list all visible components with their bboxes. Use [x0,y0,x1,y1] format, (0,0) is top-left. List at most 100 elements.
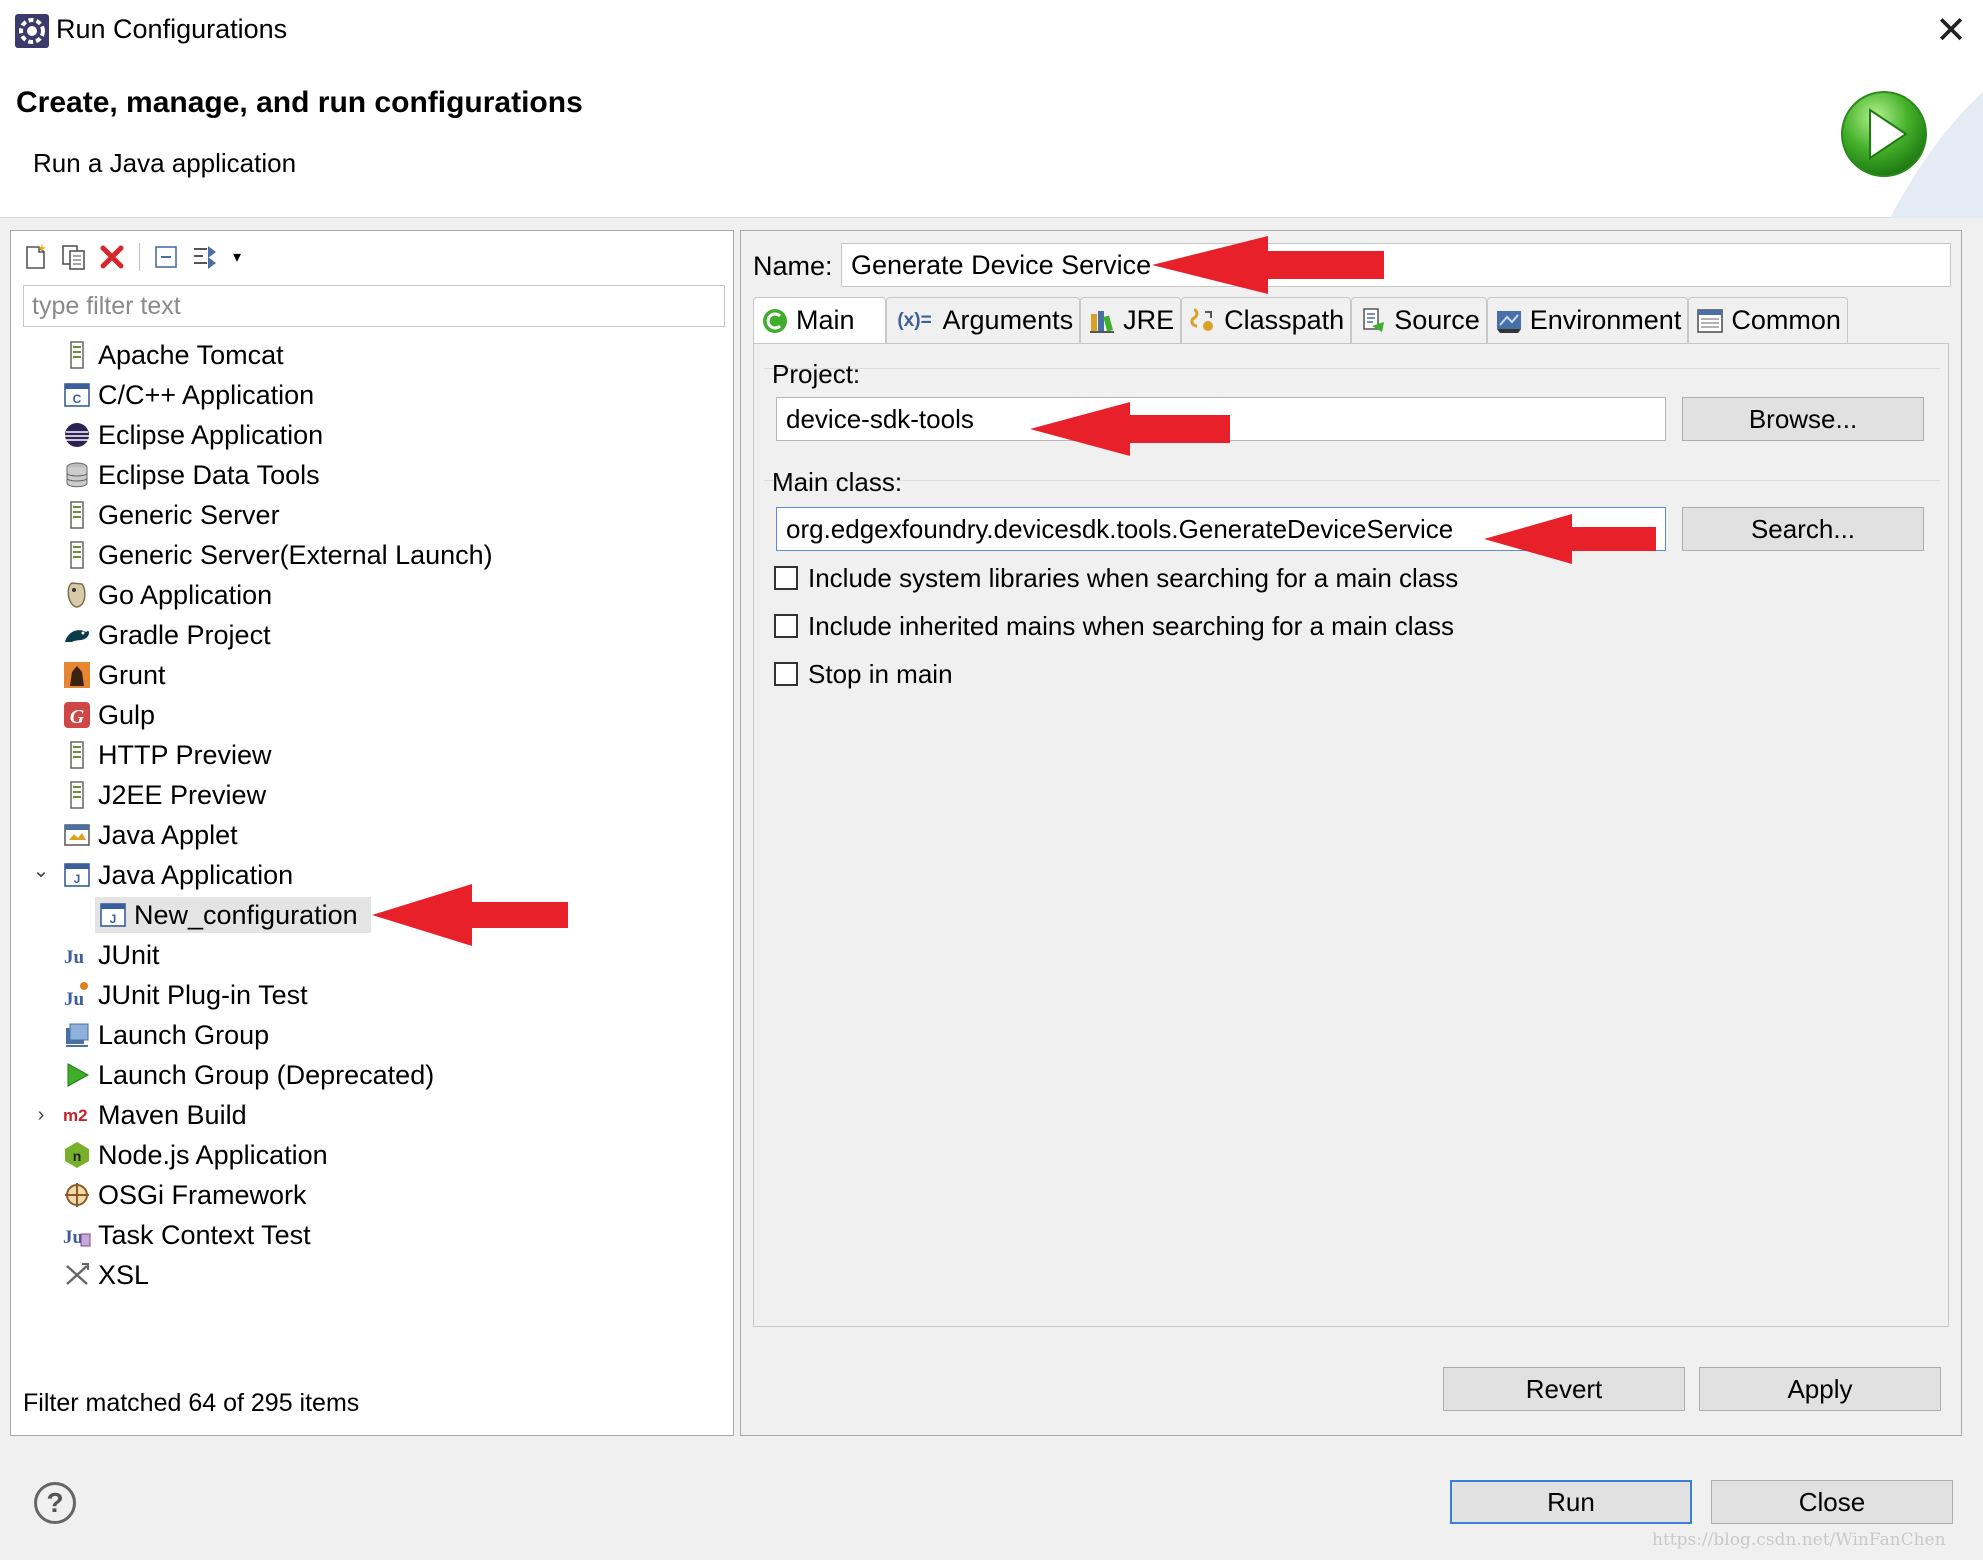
collapse-all-button[interactable] [150,240,184,274]
new-launch-configuration-button[interactable] [19,240,53,274]
configuration-editor-panel: Name: Main (x)= Arguments JRE Classpath Sourc… [740,230,1962,1436]
tree-item-label: Launch Group (Deprecated) [98,1059,435,1090]
tree-item-http-preview[interactable]: HTTP Preview [11,735,733,775]
osgi-icon [61,1179,93,1211]
tree-item-j2ee-preview[interactable]: J2EE Preview [11,775,733,815]
junit-icon: Ju [61,939,93,971]
tree-item-node-js-application[interactable]: n Node.js Application [11,1135,733,1175]
tab-jre[interactable]: JRE [1080,297,1182,343]
tree-item-eclipse-application[interactable]: Eclipse Application [11,415,733,455]
tree-item-generic-server[interactable]: Generic Server [11,495,733,535]
filter-icon [194,246,216,269]
tree-item-generic-server-external-launch[interactable]: Generic Server(External Launch) [11,535,733,575]
tree-item-label: Grunt [98,659,166,690]
tree-item-eclipse-data-tools[interactable]: Eclipse Data Tools [11,455,733,495]
tree-item-label: Java Applet [98,819,238,850]
tree-item-label: Generic Server(External Launch) [98,539,493,570]
java-app-icon: J [97,899,129,931]
jre-icon [1087,306,1117,336]
browse-button[interactable]: Browse... [1682,397,1924,441]
tree-item-go-application[interactable]: Go Application [11,575,733,615]
tree-item-label: Generic Server [98,499,280,530]
tree-item-label: XSL [98,1259,150,1290]
tree-item-osgi-framework[interactable]: OSGi Framework [11,1175,733,1215]
checkbox-label: Include inherited mains when searching f… [808,610,1455,641]
configuration-name-input[interactable] [841,243,1951,287]
tree-item-xsl[interactable]: XSL [11,1255,733,1295]
filter-input[interactable] [23,285,725,327]
c-app-icon: C [61,379,93,411]
configuration-tree: Apache Tomcat C C/C++ Application Eclipse A… [11,335,733,1295]
close-button[interactable]: Close [1711,1480,1953,1524]
main-tab-content: Project: Browse... Main class: Search...… [753,343,1949,1327]
tree-item-label: New_configuration [134,899,358,930]
window-title: Run Configurations [56,14,288,44]
checkbox-box[interactable] [774,662,798,686]
apply-button[interactable]: Apply [1699,1367,1941,1411]
duplicate-icon [62,245,85,270]
delete-button[interactable] [95,240,129,274]
tree-item-launch-group[interactable]: Launch Group [11,1015,733,1055]
gulp-icon: G [61,699,93,731]
tab-main[interactable]: Main [753,297,886,343]
tab-label: Main [796,305,855,335]
junit-plugin-icon: Ju [61,979,93,1011]
checkbox-box[interactable] [774,614,798,638]
run-button[interactable]: Run [1450,1480,1692,1524]
arguments-icon: (x)= [897,309,932,331]
tab-environment[interactable]: Environment [1486,297,1689,343]
revert-button[interactable]: Revert [1443,1367,1685,1411]
tree-item-label: Apache Tomcat [98,339,284,370]
tree-item-label: OSGi Framework [98,1179,307,1210]
tree-item-launch-group-deprecated[interactable]: Launch Group (Deprecated) [11,1055,733,1095]
tree-item-gulp[interactable]: G Gulp [11,695,733,735]
watermark: https://blog.csdn.net/WinFanChen [1652,1530,1946,1550]
checkbox-label: Include system libraries when searching … [808,562,1459,593]
tab-classpath[interactable]: Classpath [1181,297,1352,343]
filter-status: Filter matched 64 of 295 items [23,1389,360,1417]
java-app-icon: J [61,859,93,891]
include-inherited-mains-checkbox[interactable]: Include inherited mains when searching f… [774,609,1454,643]
server-icon [61,779,93,811]
tab-label: Environment [1529,305,1682,335]
chevron-down-icon[interactable]: ⌄ [29,850,53,890]
stop-in-main-checkbox[interactable]: Stop in main [774,657,953,691]
launch-group-icon [61,1019,93,1051]
svg-text:C: C [73,392,82,406]
tab-source[interactable]: Source [1351,297,1487,343]
tab-label: Common [1731,305,1841,335]
view-menu-dropdown[interactable]: ▾ [226,240,248,274]
search-main-class-button[interactable]: Search... [1682,507,1924,551]
chevron-right-icon[interactable]: › [29,1095,53,1135]
tree-item-java-applet[interactable]: Java Applet [11,815,733,855]
main-class-label: Main class: [772,467,903,497]
tree-item-maven-build[interactable]: › m2 Maven Build [11,1095,733,1135]
svg-text:J: J [110,912,117,926]
collapse-all-icon [155,246,177,268]
tree-item-task-context-test[interactable]: Ju Task Context Test [11,1215,733,1255]
tree-item-junit-plug-in-test[interactable]: Ju JUnit Plug-in Test [11,975,733,1015]
filter-button[interactable] [188,240,222,274]
tree-item-c-c-application[interactable]: C C/C++ Application [11,375,733,415]
duplicate-button[interactable] [57,240,91,274]
help-button[interactable]: ? [34,1482,76,1524]
tab-arguments[interactable]: (x)= Arguments [885,297,1081,343]
tree-item-apache-tomcat[interactable]: Apache Tomcat [11,335,733,375]
tab-label: Arguments [942,305,1074,335]
grunt-icon [61,659,93,691]
include-system-libraries-checkbox[interactable]: Include system libraries when searching … [774,561,1458,595]
checkbox-box[interactable] [774,566,798,590]
svg-text:J: J [74,872,81,886]
header-banner: Create, manage, and run configurations R… [0,62,1983,218]
applet-icon [61,819,93,851]
window-close-button[interactable]: ✕ [1928,8,1974,54]
tab-common[interactable]: Common [1688,297,1848,343]
tree-item-gradle-project[interactable]: Gradle Project [11,615,733,655]
tree-item-label: Java Application [98,859,294,890]
common-icon [1695,306,1725,336]
server-icon [61,339,93,371]
svg-text:Ju: Ju [63,1227,84,1248]
tree-item-grunt[interactable]: Grunt [11,655,733,695]
task-test-icon: Ju [61,1219,93,1251]
database-icon [61,459,93,491]
